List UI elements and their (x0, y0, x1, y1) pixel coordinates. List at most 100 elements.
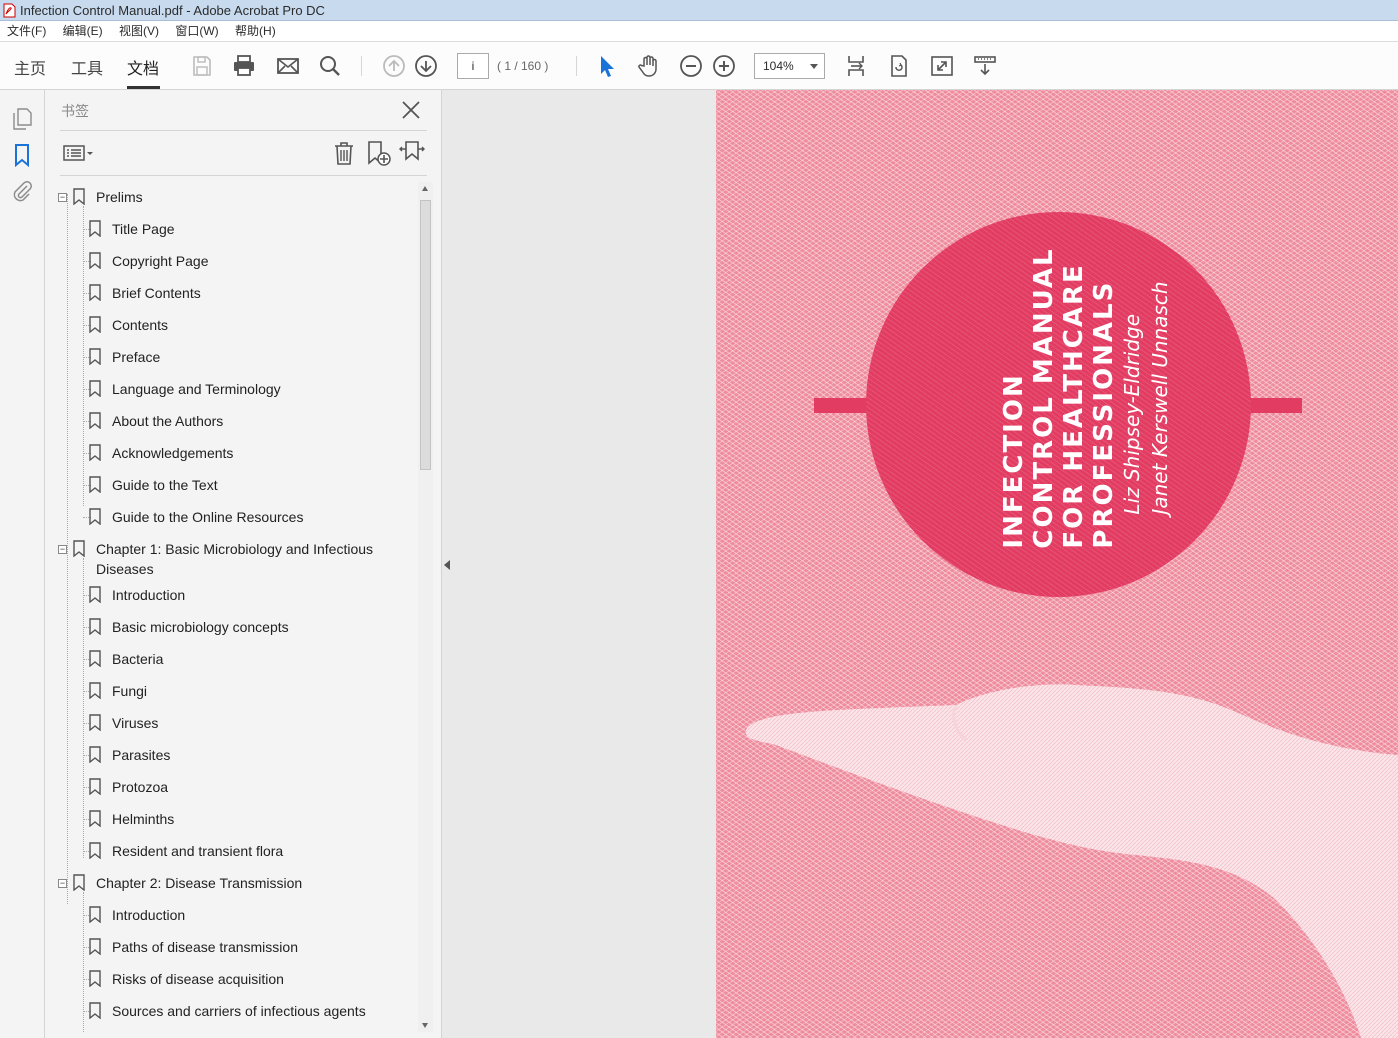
bookmark-ch1-introduction[interactable]: Introduction (55, 585, 415, 607)
bookmark-chapter-1[interactable]: − Chapter 1: Basic Microbiology and Infe… (55, 539, 415, 581)
bookmark-icon (89, 714, 101, 731)
tab-tools[interactable]: 工具 (71, 55, 103, 79)
zoom-level-select[interactable]: 104% (754, 53, 825, 79)
bookmark-preface[interactable]: Preface (55, 347, 415, 369)
bookmarks-scrollbar[interactable] (418, 182, 433, 1032)
print-button[interactable] (230, 52, 258, 80)
bookmark-about-authors[interactable]: About the Authors (55, 411, 415, 433)
bookmark-icon (89, 746, 101, 763)
zoom-in-button[interactable] (710, 52, 738, 80)
scroll-mode-button[interactable] (842, 52, 870, 80)
window-title-bar: Infection Control Manual.pdf - Adobe Acr… (0, 0, 1398, 21)
bookmark-label: Risks of disease acquisition (112, 971, 284, 987)
menu-view[interactable]: 视图(V) (119, 21, 159, 42)
bookmark-icon (89, 778, 101, 795)
zoom-out-button[interactable] (677, 52, 705, 80)
paperclip-icon[interactable] (10, 179, 34, 203)
download-tray-icon (974, 56, 996, 76)
read-mode-button[interactable] (971, 52, 999, 80)
bookmark-icon (89, 412, 101, 429)
cursor-arrow-icon (601, 56, 614, 77)
bookmark-ch1-helminths[interactable]: Helminths (55, 809, 415, 831)
page-number-input[interactable]: i (457, 53, 489, 79)
tab-home[interactable]: 主页 (14, 55, 46, 79)
bookmark-ch2-introduction[interactable]: Introduction (55, 905, 415, 927)
scroll-down-arrow[interactable] (422, 1023, 428, 1028)
select-tool-button[interactable] (592, 52, 620, 80)
bookmark-ch1-parasites[interactable]: Parasites (55, 745, 415, 767)
collapse-toggle[interactable]: − (58, 193, 67, 202)
bookmark-ch2-risks[interactable]: Risks of disease acquisition (55, 969, 415, 991)
tab-document[interactable]: 文档 (127, 55, 159, 79)
bookmark-label: Parasites (112, 747, 171, 763)
bookmark-label: About the Authors (112, 413, 224, 429)
bookmark-prelims[interactable]: − Prelims (55, 187, 415, 209)
bookmark-icon (89, 252, 101, 269)
bookmark-guide-online[interactable]: Guide to the Online Resources (55, 507, 415, 529)
bookmark-icon[interactable] (10, 143, 34, 167)
bookmark-ch2-sources[interactable]: Sources and carriers of infectious agent… (55, 1001, 415, 1023)
arrow-up-circle-icon (383, 55, 405, 77)
minus-circle-icon (680, 55, 702, 77)
bookmark-copyright-page[interactable]: Copyright Page (55, 251, 415, 273)
bookmark-label: Viruses (112, 715, 159, 731)
previous-page-button[interactable] (380, 52, 408, 80)
hand-tool-button[interactable] (635, 52, 663, 80)
bookmark-tree: − Prelims Title Page Copyright Page Brie… (55, 182, 415, 1032)
envelope-icon (277, 58, 299, 74)
bookmark-label: Introduction (112, 907, 186, 923)
next-page-button[interactable] (412, 52, 440, 80)
options-menu-icon[interactable] (62, 139, 94, 167)
scroll-up-arrow[interactable] (422, 186, 428, 191)
save-button[interactable] (188, 52, 216, 80)
bookmark-ch1-flora[interactable]: Resident and transient flora (55, 841, 415, 863)
expand-bookmark-icon[interactable] (398, 139, 426, 167)
zoom-level-value: 104% (763, 59, 794, 73)
bookmark-ch1-basic-concepts[interactable]: Basic microbiology concepts (55, 617, 415, 639)
bookmark-label: Chapter 1: Basic Microbiology and Infect… (96, 541, 374, 557)
collapse-toggle[interactable]: − (58, 879, 67, 888)
page-thumbnails-icon[interactable] (10, 107, 34, 131)
rotate-page-button[interactable] (885, 52, 913, 80)
close-icon[interactable] (400, 99, 422, 121)
bookmark-ch1-bacteria[interactable]: Bacteria (55, 649, 415, 671)
collapse-toggle[interactable]: − (58, 545, 67, 554)
bookmark-guide-text[interactable]: Guide to the Text (55, 475, 415, 497)
window-title: Infection Control Manual.pdf - Adobe Acr… (20, 3, 325, 18)
bookmark-ch1-protozoa[interactable]: Protozoa (55, 777, 415, 799)
bookmark-brief-contents[interactable]: Brief Contents (55, 283, 415, 305)
panel-divider (60, 130, 427, 131)
search-icon (320, 56, 340, 76)
bookmark-contents[interactable]: Contents (55, 315, 415, 337)
bookmark-ch1-viruses[interactable]: Viruses (55, 713, 415, 735)
bookmark-language[interactable]: Language and Terminology (55, 379, 415, 401)
expand-icon (931, 56, 953, 76)
gloved-hand-illustration (745, 684, 1398, 1038)
full-screen-button[interactable] (928, 52, 956, 80)
bookmark-label: Prelims (96, 189, 143, 205)
bookmark-icon (89, 1002, 101, 1019)
bookmark-label: Introduction (112, 587, 186, 603)
plus-circle-icon (713, 55, 735, 77)
bookmark-label: Language and Terminology (112, 381, 281, 397)
trash-icon[interactable] (330, 139, 358, 167)
collapse-panel-arrow-icon[interactable] (444, 560, 450, 570)
bookmark-ch1-fungi[interactable]: Fungi (55, 681, 415, 703)
bookmarks-panel: 书签 − Prelims Title Page Copyright Page B… (45, 90, 442, 1038)
email-button[interactable] (274, 52, 302, 80)
bookmark-acknowledgements[interactable]: Acknowledgements (55, 443, 415, 465)
bookmark-icon (89, 810, 101, 827)
bookmark-chapter-2[interactable]: − Chapter 2: Disease Transmission (55, 873, 415, 895)
menu-help[interactable]: 帮助(H) (235, 21, 276, 42)
save-icon (193, 56, 211, 76)
bookmark-label: Helminths (112, 811, 175, 827)
menu-window[interactable]: 窗口(W) (175, 21, 218, 42)
toolbar-divider (361, 56, 362, 76)
bookmark-ch2-paths[interactable]: Paths of disease transmission (55, 937, 415, 959)
search-button[interactable] (316, 52, 344, 80)
menu-edit[interactable]: 编辑(E) (63, 21, 103, 42)
bookmark-title-page[interactable]: Title Page (55, 219, 415, 241)
menu-file[interactable]: 文件(F) (7, 21, 46, 42)
scrollbar-thumb[interactable] (420, 200, 431, 470)
new-bookmark-icon[interactable] (364, 139, 392, 167)
